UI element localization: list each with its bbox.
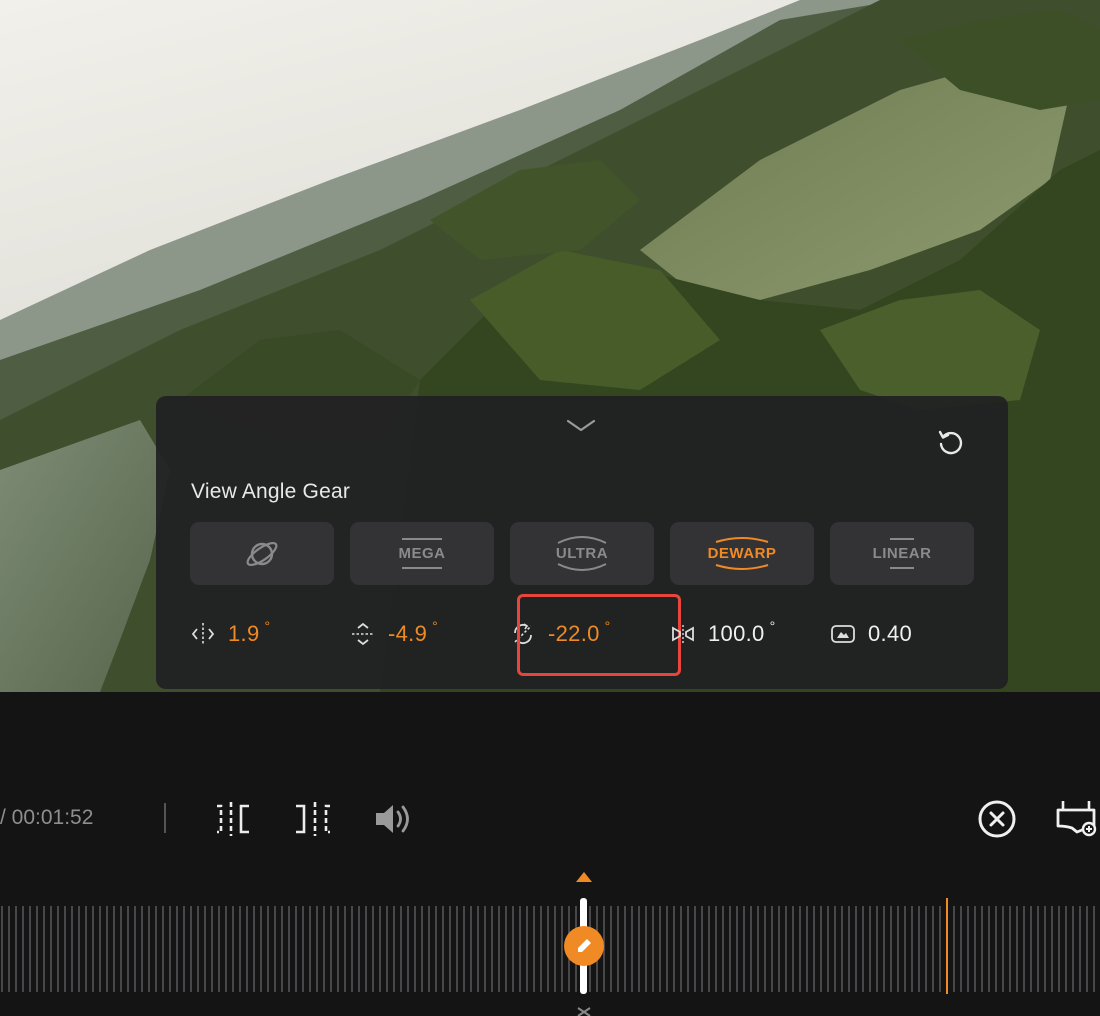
playhead-arrow-icon [576,872,592,882]
planet-icon [246,541,278,566]
tilt-value: -4.9 [388,621,428,646]
fov-icon [672,625,694,643]
gear-dewarp-button[interactable]: DEWARP [670,522,814,585]
volume-icon [376,805,409,833]
panel-title: View Angle Gear [191,480,351,503]
fov-param[interactable]: 100.0 ° [670,610,775,658]
reset-icon[interactable] [934,426,966,458]
chevron-down-icon[interactable] [565,418,597,434]
trim-end-icon [296,802,330,836]
gear-label: MEGA [398,545,446,562]
trim-start-icon [217,802,249,836]
tilt-unit: ° [432,618,438,634]
distortion-icon [831,625,855,643]
distortion-value: 0.40 [868,621,913,646]
distortion-param[interactable]: 0.40 [830,610,912,658]
close-button[interactable] [976,798,1018,840]
roll-highlight-box [517,594,681,676]
add-keyframe-button[interactable] [1055,798,1097,840]
gear-label: LINEAR [872,545,932,562]
timeline-ticks [1,872,1095,1016]
volume-button[interactable] [373,798,415,840]
trim-start-button[interactable] [213,798,255,840]
view-angle-panel: View Angle Gear MEGA ULTRA DEWARP LINEAR… [156,396,1008,689]
gear-ultra-button[interactable]: ULTRA [510,522,654,585]
fov-value: 100.0 [708,621,765,646]
pan-icon [191,623,215,645]
angle-parameters: 1.9 ° -4.9 ° -22.0 ° 100.0 ° 0.40 [190,594,990,676]
timeline[interactable] [0,868,1100,1016]
gear-label: DEWARP [707,545,777,562]
tilt-icon [352,622,374,646]
gear-planet-button[interactable] [190,522,334,585]
fov-unit: ° [769,618,776,634]
divider [164,803,166,833]
pan-value: 1.9 [228,621,260,646]
vr-add-icon [1056,801,1097,837]
gear-mega-button[interactable]: MEGA [350,522,494,585]
trim-end-button[interactable] [292,798,334,840]
pan-param[interactable]: 1.9 ° [190,610,270,658]
pan-unit: ° [264,618,271,634]
gear-selector: MEGA ULTRA DEWARP LINEAR [190,522,974,585]
tilt-param[interactable]: -4.9 ° [350,610,438,658]
gear-linear-button[interactable]: LINEAR [830,522,974,585]
playback-time: / 00:01:52 [0,806,94,829]
close-circle-icon [978,800,1016,838]
gear-label: ULTRA [555,545,609,562]
